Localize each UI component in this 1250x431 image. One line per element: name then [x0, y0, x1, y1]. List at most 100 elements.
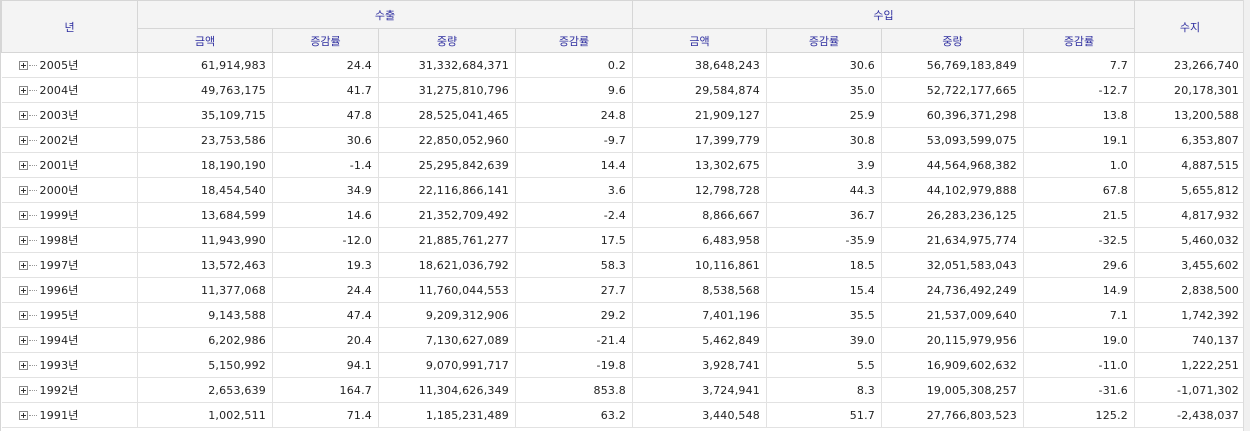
balance-cell: 3,455,602 [1134, 252, 1246, 278]
table-row[interactable]: 2002년 23,753,586 30.6 22,850,052,960 -9.7 17,… [1, 127, 1246, 153]
expand-plus-icon[interactable] [18, 285, 28, 295]
import-weight-rate-cell: 125.2 [1023, 402, 1135, 428]
import-weight-cell: 21,634,975,774 [881, 227, 1024, 253]
header-balance[interactable]: 수지 [1134, 0, 1246, 53]
import-weight-rate-cell: 67.8 [1023, 177, 1135, 203]
year-cell[interactable]: 2002년 [1, 127, 138, 153]
balance-cell: 4,887,515 [1134, 152, 1246, 178]
expand-plus-icon[interactable] [18, 310, 28, 320]
export-rate-cell: 164.7 [272, 377, 379, 403]
table-row[interactable]: 1993년 5,150,992 94.1 9,070,991,717 -19.8 3,92… [1, 352, 1246, 378]
header-export: 수출 [137, 0, 633, 29]
import-weight-cell: 21,537,009,640 [881, 302, 1024, 328]
year-label: 1993년 [39, 359, 79, 372]
import-weight-rate-cell: 13.8 [1023, 102, 1135, 128]
tree-connector [28, 414, 37, 416]
export-amount-cell: 23,753,586 [137, 127, 273, 153]
import-weight-rate-cell: 1.0 [1023, 152, 1135, 178]
import-weight-cell: 32,051,583,043 [881, 252, 1024, 278]
vertical-scrollbar[interactable] [1243, 0, 1250, 431]
expand-plus-icon[interactable] [18, 185, 28, 195]
tree-connector [28, 314, 37, 316]
year-cell[interactable]: 1993년 [1, 352, 138, 378]
header-import-weight-rate[interactable]: 증감률 [1023, 28, 1135, 53]
header-import-weight[interactable]: 중량 [881, 28, 1024, 53]
expand-plus-icon[interactable] [18, 235, 28, 245]
table-row[interactable]: 2005년 61,914,983 24.4 31,332,684,371 0.2 38,6… [1, 52, 1246, 78]
import-weight-rate-cell: -31.6 [1023, 377, 1135, 403]
export-weight-cell: 25,295,842,639 [378, 152, 516, 178]
table-row[interactable]: 2003년 35,109,715 47.8 28,525,041,465 24.8 21,… [1, 102, 1246, 128]
expand-plus-icon[interactable] [18, 210, 28, 220]
header-export-rate[interactable]: 증감률 [272, 28, 379, 53]
table-row[interactable]: 1994년 6,202,986 20.4 7,130,627,089 -21.4 5,46… [1, 327, 1246, 353]
year-cell[interactable]: 2001년 [1, 152, 138, 178]
export-weight-cell: 1,185,231,489 [378, 402, 516, 428]
year-cell[interactable]: 1992년 [1, 377, 138, 403]
header-import: 수입 [632, 0, 1135, 29]
header-import-amount[interactable]: 금액 [632, 28, 767, 53]
table-row[interactable]: 1999년 13,684,599 14.6 21,352,709,492 -2.4 8,8… [1, 202, 1246, 228]
import-amount-cell: 8,538,568 [632, 277, 767, 303]
trade-table-view: 년 수출 수입 수지 금액 증감률 중량 증감률 금액 증감률 중량 증감률 2… [0, 0, 1250, 431]
year-cell[interactable]: 1998년 [1, 227, 138, 253]
balance-cell: -1,071,302 [1134, 377, 1246, 403]
year-cell[interactable]: 1997년 [1, 252, 138, 278]
year-cell[interactable]: 2004년 [1, 77, 138, 103]
table-row[interactable]: 1998년 11,943,990 -12.0 21,885,761,277 17.5 6,… [1, 227, 1246, 253]
export-weight-rate-cell: -21.4 [515, 327, 633, 353]
expand-plus-icon[interactable] [18, 160, 28, 170]
year-label: 1995년 [39, 309, 79, 322]
header-export-weight-rate[interactable]: 증감률 [515, 28, 633, 53]
export-amount-cell: 1,002,511 [137, 402, 273, 428]
balance-cell: 4,817,932 [1134, 202, 1246, 228]
table-row[interactable]: 1995년 9,143,588 47.4 9,209,312,906 29.2 7,401… [1, 302, 1246, 328]
year-cell[interactable]: 1995년 [1, 302, 138, 328]
year-cell[interactable]: 1996년 [1, 277, 138, 303]
export-weight-cell: 11,304,626,349 [378, 377, 516, 403]
import-weight-rate-cell: -32.5 [1023, 227, 1135, 253]
table-row[interactable]: 1996년 11,377,068 24.4 11,760,044,553 27.7 8,5… [1, 277, 1246, 303]
year-cell[interactable]: 1999년 [1, 202, 138, 228]
export-weight-cell: 11,760,044,553 [378, 277, 516, 303]
expand-plus-icon[interactable] [18, 335, 28, 345]
export-amount-cell: 13,684,599 [137, 202, 273, 228]
export-weight-cell: 9,070,991,717 [378, 352, 516, 378]
expand-plus-icon[interactable] [18, 385, 28, 395]
expand-plus-icon[interactable] [18, 60, 28, 70]
export-rate-cell: 47.8 [272, 102, 379, 128]
tree-connector [28, 114, 37, 116]
expand-plus-icon[interactable] [18, 135, 28, 145]
header-export-amount[interactable]: 금액 [137, 28, 273, 53]
header-import-rate[interactable]: 증감률 [766, 28, 882, 53]
expand-plus-icon[interactable] [18, 260, 28, 270]
export-weight-cell: 18,621,036,792 [378, 252, 516, 278]
import-weight-cell: 60,396,371,298 [881, 102, 1024, 128]
balance-cell: 1,222,251 [1134, 352, 1246, 378]
year-cell[interactable]: 1994년 [1, 327, 138, 353]
export-rate-cell: 14.6 [272, 202, 379, 228]
expand-plus-icon[interactable] [18, 85, 28, 95]
table-row[interactable]: 1997년 13,572,463 19.3 18,621,036,792 58.3 10,… [1, 252, 1246, 278]
year-cell[interactable]: 1991년 [1, 402, 138, 428]
import-weight-rate-cell: 21.5 [1023, 202, 1135, 228]
table-row[interactable]: 1992년 2,653,639 164.7 11,304,626,349 853.8 3,… [1, 377, 1246, 403]
year-cell[interactable]: 2003년 [1, 102, 138, 128]
export-rate-cell: 24.4 [272, 52, 379, 78]
expand-plus-icon[interactable] [18, 410, 28, 420]
import-rate-cell: 35.0 [766, 77, 882, 103]
table-row[interactable]: 1991년 1,002,511 71.4 1,185,231,489 63.2 3,440… [1, 402, 1246, 428]
year-label: 2000년 [39, 184, 79, 197]
year-cell[interactable]: 2000년 [1, 177, 138, 203]
year-cell[interactable]: 2005년 [1, 52, 138, 78]
export-rate-cell: 41.7 [272, 77, 379, 103]
table-row[interactable]: 2004년 49,763,175 41.7 31,275,810,796 9.6 29,5… [1, 77, 1246, 103]
expand-plus-icon[interactable] [18, 110, 28, 120]
table-row[interactable]: 2000년 18,454,540 34.9 22,116,866,141 3.6 12,7… [1, 177, 1246, 203]
expand-plus-icon[interactable] [18, 360, 28, 370]
header-year[interactable]: 년 [1, 0, 138, 53]
header-export-weight[interactable]: 중량 [378, 28, 516, 53]
import-weight-cell: 16,909,602,632 [881, 352, 1024, 378]
export-weight-rate-cell: -2.4 [515, 202, 633, 228]
table-row[interactable]: 2001년 18,190,190 -1.4 25,295,842,639 14.4 13,… [1, 152, 1246, 178]
